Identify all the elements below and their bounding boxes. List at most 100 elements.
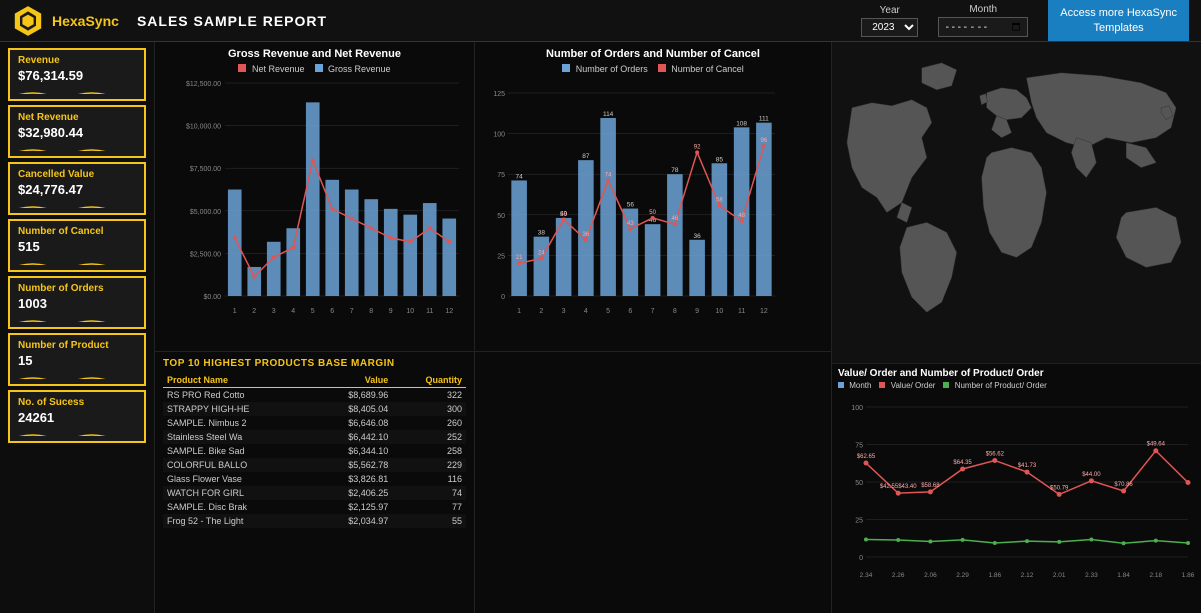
kpi-num-product: Number of Product 15 [8, 333, 146, 386]
svg-text:78: 78 [671, 167, 679, 174]
net-revenue-dot [238, 64, 246, 72]
svg-text:$64.35: $64.35 [953, 460, 972, 466]
kpi-num-cancel: Number of Cancel 515 [8, 219, 146, 272]
table-row: SAMPLE. Nimbus 2 $6,646.08 260 [163, 416, 466, 430]
kpi-wave-num-product [18, 371, 136, 379]
product-value: $2,125.97 [313, 500, 393, 514]
svg-text:21: 21 [516, 255, 523, 261]
top-charts-row: Gross Revenue and Net Revenue Net Revenu… [155, 42, 831, 352]
value-order-right-panel: Value/ Order and Number of Product/ Orde… [832, 363, 1201, 613]
year-select[interactable]: 2023 2022 [861, 18, 918, 37]
svg-text:2.18: 2.18 [1149, 572, 1162, 579]
kpi-wave-net-revenue [18, 143, 136, 151]
svg-text:50: 50 [497, 213, 505, 220]
top10-title: TOP 10 HIGHEST PRODUCTS BASE MARGIN [163, 358, 466, 369]
svg-text:2.01: 2.01 [1053, 572, 1066, 579]
svg-text:96: 96 [761, 138, 768, 144]
svg-text:2.06: 2.06 [924, 572, 937, 579]
kpi-revenue: Revenue $76,314.59 [8, 48, 146, 101]
cancel-legend-item: Number of Cancel [658, 64, 744, 74]
kpi-value-net-revenue: $32,980.44 [18, 125, 136, 140]
svg-text:$0.00: $0.00 [203, 294, 221, 301]
gross-revenue-legend-label: Gross Revenue [328, 64, 391, 74]
svg-text:4: 4 [291, 308, 295, 315]
month-dot [838, 382, 844, 388]
product-value: $6,442.10 [313, 430, 393, 444]
center-panel: Gross Revenue and Net Revenue Net Revenu… [155, 42, 831, 613]
access-templates-button[interactable]: Access more HexaSync Templates [1048, 0, 1189, 41]
kpi-label-num-success: No. of Sucess [18, 397, 136, 408]
svg-text:74: 74 [605, 172, 612, 178]
svg-text:1.86: 1.86 [1182, 572, 1195, 579]
orders-dot [562, 64, 570, 72]
top10-col-header: Product Name [163, 373, 313, 388]
svg-text:$58.68: $58.68 [921, 483, 940, 489]
svg-text:2.26: 2.26 [892, 572, 905, 579]
logo-area: HexaSync SALES SAMPLE REPORT [12, 5, 327, 37]
svg-text:48: 48 [738, 213, 745, 219]
month-filter[interactable]: Month [938, 4, 1028, 37]
month-input[interactable] [938, 17, 1028, 37]
kpi-label-num-product: Number of Product [18, 340, 136, 351]
svg-text:6: 6 [628, 308, 632, 315]
svg-text:11: 11 [738, 308, 745, 315]
bottom-charts-row: TOP 10 HIGHEST PRODUCTS BASE MARGIN Prod… [155, 352, 831, 613]
report-title: SALES SAMPLE REPORT [137, 13, 327, 29]
product-name: WATCH FOR GIRL [163, 486, 313, 500]
svg-text:8: 8 [369, 308, 373, 315]
svg-text:$41.73: $41.73 [1018, 463, 1037, 469]
right-panel: Value/ Order and Number of Product/ Orde… [831, 42, 1201, 613]
value-legend: Value/ Order [879, 381, 935, 390]
brand-name: HexaSync [52, 13, 119, 29]
svg-text:75: 75 [497, 172, 505, 179]
svg-text:5: 5 [311, 308, 315, 315]
svg-text:25: 25 [497, 253, 505, 260]
svg-text:2.34: 2.34 [860, 572, 873, 579]
table-row: Glass Flower Vase $3,826.81 116 [163, 472, 466, 486]
product-qty: 229 [392, 458, 466, 472]
svg-text:10: 10 [715, 308, 723, 315]
product-value: $8,405.04 [313, 402, 393, 416]
product-qty: 74 [392, 486, 466, 500]
kpi-wave-svg [18, 376, 136, 379]
svg-text:4: 4 [584, 308, 588, 315]
svg-text:$62.65: $62.65 [857, 454, 876, 460]
cancel-legend-label: Number of Cancel [671, 64, 744, 74]
orders-legend-label: Number of Orders [576, 64, 648, 74]
kpi-value-num-orders: 1003 [18, 296, 136, 311]
kpi-wave-svg [18, 148, 136, 151]
svg-text:36: 36 [583, 232, 590, 238]
kpi-wave-cancelled-value [18, 200, 136, 208]
svg-text:125: 125 [493, 91, 505, 98]
kpi-wave-svg [18, 319, 136, 322]
table-row: SAMPLE. Bike Sad $6,344.10 258 [163, 444, 466, 458]
svg-text:3: 3 [562, 308, 566, 315]
svg-text:25: 25 [855, 518, 863, 525]
kpi-label-cancelled-value: Cancelled Value [18, 169, 136, 180]
svg-text:2: 2 [252, 308, 256, 315]
product-qty: 252 [392, 430, 466, 444]
year-filter[interactable]: Year 2023 2022 [861, 5, 918, 37]
svg-text:92: 92 [694, 144, 701, 150]
gross-revenue-legend-item: Gross Revenue [315, 64, 391, 74]
svg-text:1.84: 1.84 [1117, 572, 1130, 579]
product-value: $2,406.25 [313, 486, 393, 500]
table-row: COLORFUL BALLO $5,562.78 229 [163, 458, 466, 472]
svg-text:1: 1 [517, 308, 521, 315]
kpi-label-num-cancel: Number of Cancel [18, 226, 136, 237]
svg-text:$7,500.00: $7,500.00 [190, 166, 221, 173]
orders-cancel-title: Number of Orders and Number of Cancel [483, 48, 823, 60]
kpi-value-cancelled-value: $24,776.47 [18, 182, 136, 197]
gross-revenue-panel: Gross Revenue and Net Revenue Net Revenu… [155, 42, 475, 352]
svg-text:74: 74 [516, 173, 524, 180]
table-row: SAMPLE. Disc Brak $2,125.97 77 [163, 500, 466, 514]
svg-text:0: 0 [859, 555, 863, 562]
table-row: STRAPPY HIGH-HE $8,405.04 300 [163, 402, 466, 416]
svg-text:56: 56 [627, 202, 635, 209]
kpi-wave-num-success [18, 428, 136, 436]
product-value: $6,344.10 [313, 444, 393, 458]
svg-text:12: 12 [445, 308, 453, 315]
gross-revenue-legend: Net Revenue Gross Revenue [163, 64, 466, 74]
product-name: Frog 52 - The Light [163, 514, 313, 528]
product-qty: 258 [392, 444, 466, 458]
